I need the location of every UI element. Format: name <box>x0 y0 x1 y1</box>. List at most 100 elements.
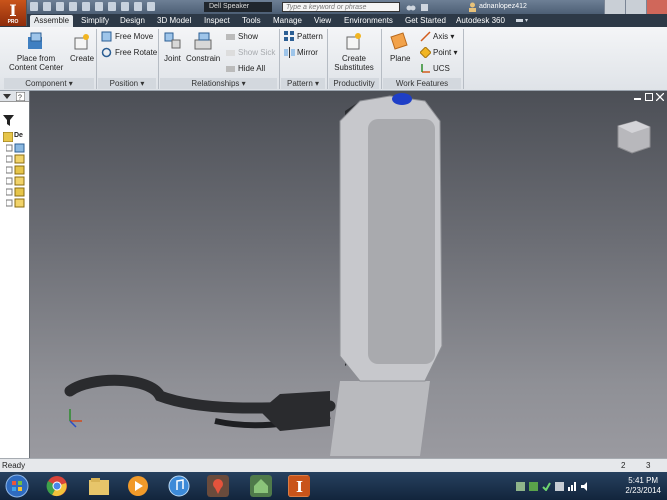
mirror-button[interactable]: Mirror <box>297 48 318 57</box>
joint-button[interactable]: Joint <box>164 54 181 63</box>
create-component-button[interactable]: Create <box>70 54 94 63</box>
graphics-window[interactable] <box>30 91 667 458</box>
maps-icon[interactable] <box>207 475 229 497</box>
quick-access-toolbar <box>30 2 155 11</box>
tab-tools[interactable]: Tools <box>242 15 261 27</box>
pattern-icon <box>284 31 294 41</box>
user-icon <box>469 2 476 12</box>
tab-manage[interactable]: Manage <box>273 15 302 27</box>
tree-node[interactable] <box>5 187 26 198</box>
tab-view[interactable]: View <box>314 15 331 27</box>
redo-icon[interactable] <box>82 2 90 11</box>
hide-all-button[interactable]: Hide All <box>238 64 265 73</box>
tray-sync-icon[interactable] <box>516 482 525 491</box>
sign-in-icon[interactable] <box>420 3 429 12</box>
filter-icon[interactable] <box>3 115 14 126</box>
show-sick-button[interactable]: Show Sick <box>238 48 275 57</box>
system-tray <box>516 482 590 491</box>
tab-3d-model[interactable]: 3D Model <box>157 15 191 27</box>
create-substitutes-button[interactable]: Create Substitutes <box>333 54 375 72</box>
ucs-button[interactable]: UCS <box>433 64 450 73</box>
help-icon[interactable]: ? <box>16 92 25 101</box>
tree-node[interactable] <box>5 143 26 154</box>
panel-divider <box>96 29 97 89</box>
status-count-1: 2 <box>621 461 626 470</box>
viewport-window-controls <box>634 93 664 101</box>
maximize-button[interactable] <box>625 0 646 14</box>
browser-menu-icon[interactable] <box>3 94 11 99</box>
ribbon-options-icon[interactable] <box>515 16 529 25</box>
speaker-grille <box>368 119 435 364</box>
free-move-icon <box>101 31 112 42</box>
tree-node[interactable] <box>5 165 26 176</box>
tab-environments[interactable]: Environments <box>344 15 393 27</box>
tab-simplify[interactable]: Simplify <box>81 15 109 27</box>
place-from-content-center-icon <box>28 32 42 49</box>
ribbon-tab-bar: Assemble Simplify Design 3D Model Inspec… <box>0 14 667 27</box>
tree-node[interactable] <box>5 154 26 165</box>
application-menu-button[interactable]: I PRO <box>0 0 27 26</box>
pattern-panel-label[interactable]: Pattern ▾ <box>281 78 325 89</box>
tree-node[interactable] <box>5 198 26 209</box>
z-axis-indicator <box>69 420 77 428</box>
position-panel-label[interactable]: Position ▾ <box>98 78 156 89</box>
status-count-2: 3 <box>646 461 651 470</box>
start-button-icon[interactable] <box>5 474 29 498</box>
panel-divider <box>158 29 159 89</box>
undo-icon[interactable] <box>69 2 77 11</box>
tab-design[interactable]: Design <box>120 15 145 27</box>
point-button[interactable]: Point ▾ <box>433 48 457 57</box>
binoculars-icon[interactable] <box>406 3 416 12</box>
mirror-icon <box>284 47 295 58</box>
close-button[interactable] <box>646 0 667 14</box>
constrain-button[interactable]: Constrain <box>186 54 220 63</box>
tray-check-icon[interactable] <box>542 482 551 491</box>
ucs-icon <box>421 64 430 73</box>
material-icon[interactable] <box>134 2 142 11</box>
close-view-icon[interactable] <box>656 93 664 101</box>
home-server-icon[interactable] <box>250 475 272 497</box>
show-icon <box>226 34 235 40</box>
file-explorer-icon[interactable] <box>88 475 110 497</box>
minimize-view-icon[interactable] <box>634 93 642 101</box>
browser-root-label[interactable]: De <box>14 132 23 139</box>
plane-button[interactable]: Plane <box>390 54 410 63</box>
update-icon[interactable] <box>108 2 116 11</box>
select-icon[interactable] <box>121 2 129 11</box>
tray-security-icon[interactable] <box>529 482 538 491</box>
inventor-taskbar-icon[interactable]: I <box>288 475 310 497</box>
search-input[interactable]: Type a keyword or phrase <box>282 2 400 12</box>
restore-view-icon[interactable] <box>645 93 653 101</box>
axis-button[interactable]: Axis ▾ <box>433 32 454 41</box>
tab-autodesk-360[interactable]: Autodesk 360 <box>456 15 505 27</box>
pattern-button[interactable]: Pattern <box>297 32 323 41</box>
itunes-icon[interactable] <box>168 475 190 497</box>
show-button[interactable]: Show <box>238 32 258 41</box>
minimize-button[interactable] <box>604 0 625 14</box>
taskbar-clock[interactable]: 5:41 PM 2/23/2014 <box>625 476 661 496</box>
clock-date: 2/23/2014 <box>625 486 661 495</box>
place-from-content-center-button[interactable]: Place from Content Center <box>9 54 63 72</box>
save-icon[interactable] <box>56 2 64 11</box>
relationships-panel-label[interactable]: Relationships ▾ <box>160 78 277 89</box>
tray-network-icon[interactable] <box>568 482 577 491</box>
tray-volume-icon[interactable] <box>581 482 590 491</box>
free-rotate-button[interactable]: Free Rotate <box>115 48 157 57</box>
component-panel-label[interactable]: Component ▾ <box>4 78 94 89</box>
tray-flag-icon[interactable] <box>555 482 564 491</box>
free-move-button[interactable]: Free Move <box>115 32 153 41</box>
open-icon[interactable] <box>43 2 51 11</box>
panel-divider <box>381 29 382 89</box>
user-name[interactable]: adnanlopez412 <box>479 2 527 12</box>
appearance-icon[interactable] <box>147 2 155 11</box>
tab-get-started[interactable]: Get Started <box>405 15 446 27</box>
tree-node[interactable] <box>5 176 26 187</box>
axis-icon <box>420 31 431 42</box>
new-file-icon[interactable] <box>30 2 38 11</box>
tab-inspect[interactable]: Inspect <box>204 15 230 27</box>
chrome-icon[interactable] <box>46 475 68 497</box>
media-player-icon[interactable] <box>127 475 149 497</box>
tab-assemble[interactable]: Assemble <box>30 15 74 27</box>
svg-text:?: ? <box>18 95 22 102</box>
home-icon[interactable] <box>95 2 103 11</box>
